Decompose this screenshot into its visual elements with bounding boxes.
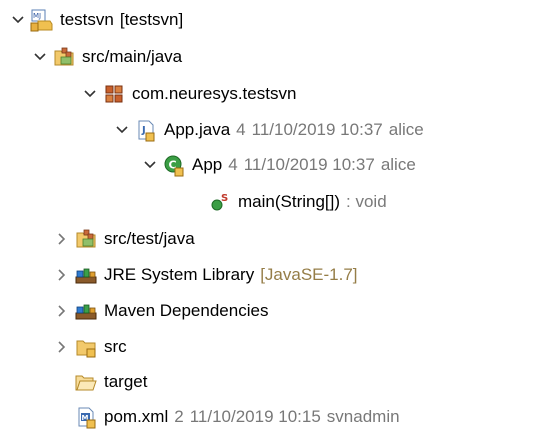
- svg-text:MJ: MJ: [33, 12, 41, 20]
- tree-node-jre-library[interactable]: JRE System Library [JavaSE-1.7]: [52, 258, 358, 292]
- jre-version: [JavaSE-1.7]: [260, 265, 358, 284]
- chevron-down-icon[interactable]: [30, 40, 50, 74]
- svn-date: 11/10/2019 10:37: [243, 155, 375, 174]
- src-test-java-label: src/test/java: [104, 229, 195, 248]
- app-java-label: App.java: [164, 120, 231, 139]
- chevron-right-icon[interactable]: [52, 222, 72, 256]
- app-class-label: App: [192, 155, 223, 174]
- svn-revision: 4: [236, 120, 246, 139]
- svn-author: alice: [388, 120, 424, 139]
- chevron-right-icon[interactable]: [52, 258, 72, 292]
- svg-text:J: J: [141, 125, 146, 136]
- main-method-label: main(String[]): [238, 192, 341, 211]
- source-folder-icon: [74, 227, 98, 251]
- project-explorer-tree: MJ testsvn [testsvn] src/main/java com.n…: [0, 0, 549, 434]
- tree-node-src-test-java[interactable]: src/test/java: [52, 222, 195, 256]
- chevron-down-icon[interactable]: [112, 113, 132, 147]
- tree-node-project[interactable]: MJ testsvn [testsvn]: [8, 3, 183, 37]
- tree-node-app-class[interactable]: C App 4 11/10/2019 10:37 alice: [140, 148, 416, 182]
- svn-author: svnadmin: [326, 407, 400, 426]
- tree-node-package[interactable]: com.neuresys.testsvn: [80, 77, 296, 111]
- jre-library-label: JRE System Library: [104, 265, 255, 284]
- tree-node-src[interactable]: src: [52, 330, 127, 364]
- tree-node-src-main-java[interactable]: src/main/java: [30, 40, 182, 74]
- tree-node-pom-xml[interactable]: M pom.xml 2 11/10/2019 10:15 svnadmin: [52, 400, 400, 434]
- svn-date: 11/10/2019 10:37: [251, 120, 383, 139]
- chevron-down-icon[interactable]: [80, 77, 100, 111]
- library-icon: [74, 299, 98, 323]
- return-type: : void: [346, 192, 387, 211]
- public-static-method-icon: S: [208, 190, 232, 214]
- chevron-right-icon[interactable]: [52, 330, 72, 364]
- tree-node-target[interactable]: target: [52, 365, 147, 399]
- open-folder-icon: [74, 370, 98, 394]
- src-main-java-label: src/main/java: [82, 47, 183, 66]
- source-folder-icon: [52, 45, 76, 69]
- src-label: src: [104, 337, 127, 356]
- svg-text:S: S: [221, 193, 228, 204]
- maven-dependencies-label: Maven Dependencies: [104, 301, 269, 320]
- svn-revision: 2: [174, 407, 184, 426]
- java-file-icon: J: [134, 118, 158, 142]
- project-name: testsvn: [60, 10, 114, 29]
- chevron-down-icon[interactable]: [140, 148, 160, 182]
- pom-xml-label: pom.xml: [104, 407, 169, 426]
- package-label: com.neuresys.testsvn: [132, 84, 297, 103]
- target-label: target: [104, 372, 148, 391]
- svn-author: alice: [380, 155, 416, 174]
- project-repo-label: [testsvn]: [119, 10, 184, 29]
- svn-revision: 4: [228, 155, 238, 174]
- tree-node-maven-dependencies[interactable]: Maven Dependencies: [52, 294, 268, 328]
- tree-node-main-method[interactable]: S main(String[]) : void: [186, 185, 387, 219]
- maven-pom-icon: M: [74, 405, 98, 429]
- java-project-svn-icon: MJ: [30, 8, 54, 32]
- chevron-down-icon[interactable]: [8, 3, 28, 37]
- tree-node-app-java[interactable]: J App.java 4 11/10/2019 10:37 alice: [112, 113, 424, 147]
- class-icon: C: [162, 153, 186, 177]
- svn-date: 11/10/2019 10:15: [189, 407, 321, 426]
- library-icon: [74, 263, 98, 287]
- folder-icon: [74, 335, 98, 359]
- package-icon: [102, 82, 126, 106]
- chevron-right-icon[interactable]: [52, 294, 72, 328]
